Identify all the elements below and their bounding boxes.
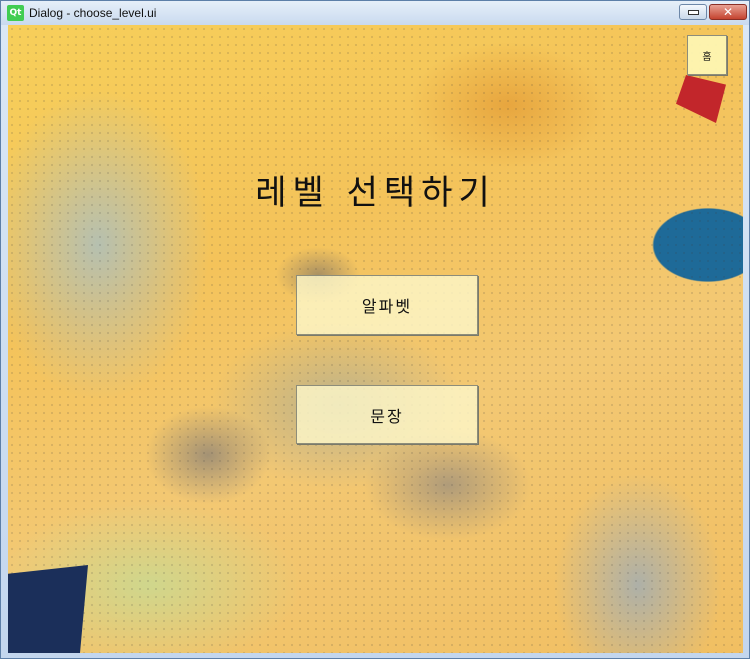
minimize-button[interactable] — [679, 4, 707, 20]
background-dot-pattern — [8, 25, 743, 653]
home-button[interactable]: 홈 — [687, 35, 727, 75]
window-title: Dialog - choose_level.ui — [29, 6, 157, 20]
page-title: 레벨 선택하기 — [255, 173, 496, 213]
sentence-level-button[interactable]: 문장 — [296, 385, 478, 444]
close-button[interactable]: ✕ — [709, 4, 747, 20]
minimize-icon — [687, 9, 699, 15]
close-icon: ✕ — [722, 5, 734, 19]
background-navy-shape — [8, 565, 88, 653]
dialog-content: 레벨 선택하기 알파벳 문장 홈 — [8, 25, 743, 653]
alphabet-level-button[interactable]: 알파벳 — [296, 275, 478, 335]
qt-app-icon: Qt — [7, 5, 24, 21]
dialog-window: Qt Dialog - choose_level.ui ✕ 레벨 선택하기 알파… — [0, 0, 750, 659]
title-bar[interactable]: Qt Dialog - choose_level.ui ✕ — [1, 1, 749, 25]
